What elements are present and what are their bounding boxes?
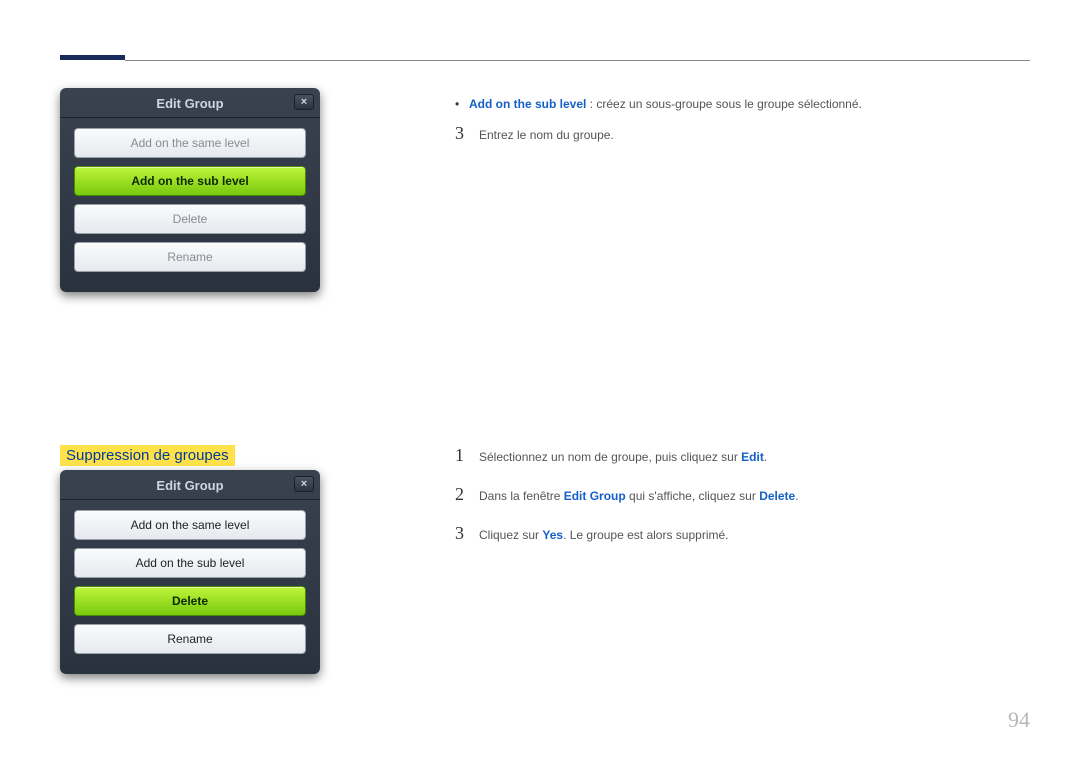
bullet-text: Add on the sub level : créez un sous-gro… xyxy=(469,95,862,113)
t: . Le groupe est alors supprimé. xyxy=(563,528,728,542)
step-row: 2 Dans la fenêtre Edit Group qui s'affic… xyxy=(455,484,1000,505)
close-icon[interactable]: × xyxy=(294,94,314,110)
bullet-rest: : créez un sous-groupe sous le groupe sé… xyxy=(586,97,862,111)
bullet-bold: Add on the sub level xyxy=(469,97,586,111)
t: Cliquez sur xyxy=(479,528,542,542)
delete-button[interactable]: Delete xyxy=(74,586,306,616)
bullet-icon: • xyxy=(455,95,469,113)
section-heading: Suppression de groupes xyxy=(60,445,235,466)
t: Edit Group xyxy=(564,489,626,503)
add-same-level-button[interactable]: Add on the same level xyxy=(74,128,306,158)
t: qui s'affiche, cliquez sur xyxy=(626,489,759,503)
step-text: Dans la fenêtre Edit Group qui s'affiche… xyxy=(479,488,1000,505)
page-number: 94 xyxy=(1008,707,1030,733)
t: Yes xyxy=(542,528,563,542)
step-number: 2 xyxy=(455,484,479,505)
t: Dans la fenêtre xyxy=(479,489,564,503)
dialog-body: Add on the same level Add on the sub lev… xyxy=(60,118,320,272)
dialog-title-text: Edit Group xyxy=(156,96,223,111)
step-number: 3 xyxy=(455,123,479,144)
rename-button[interactable]: Rename xyxy=(74,624,306,654)
step-row: 3 Cliquez sur Yes. Le groupe est alors s… xyxy=(455,523,1000,544)
step-text: Cliquez sur Yes. Le groupe est alors sup… xyxy=(479,527,1000,544)
add-sub-level-button[interactable]: Add on the sub level xyxy=(74,166,306,196)
edit-group-dialog-1: Edit Group × Add on the same level Add o… xyxy=(60,88,320,292)
instructions-top: • Add on the sub level : créez un sous-g… xyxy=(455,95,1000,162)
rename-button[interactable]: Rename xyxy=(74,242,306,272)
instructions-delete: 1 Sélectionnez un nom de groupe, puis cl… xyxy=(455,445,1000,562)
step-number: 3 xyxy=(455,523,479,544)
dialog-title-text: Edit Group xyxy=(156,478,223,493)
step-row: 1 Sélectionnez un nom de groupe, puis cl… xyxy=(455,445,1000,466)
dialog-body: Add on the same level Add on the sub lev… xyxy=(60,500,320,654)
header-accent-bar xyxy=(60,55,125,60)
add-same-level-button[interactable]: Add on the same level xyxy=(74,510,306,540)
t: Sélectionnez un nom de groupe, puis cliq… xyxy=(479,450,741,464)
header-rule xyxy=(125,60,1030,61)
step-text: Sélectionnez un nom de groupe, puis cliq… xyxy=(479,449,1000,466)
bullet-item: • Add on the sub level : créez un sous-g… xyxy=(455,95,1000,113)
t: . xyxy=(764,450,767,464)
edit-group-dialog-2: Edit Group × Add on the same level Add o… xyxy=(60,470,320,674)
dialog-title: Edit Group × xyxy=(60,88,320,118)
delete-button[interactable]: Delete xyxy=(74,204,306,234)
close-icon[interactable]: × xyxy=(294,476,314,492)
step-number: 1 xyxy=(455,445,479,466)
dialog-title: Edit Group × xyxy=(60,470,320,500)
step-text: Entrez le nom du groupe. xyxy=(479,127,1000,144)
t: Delete xyxy=(759,489,795,503)
add-sub-level-button[interactable]: Add on the sub level xyxy=(74,548,306,578)
t: Edit xyxy=(741,450,764,464)
t: . xyxy=(795,489,798,503)
step-row: 3 Entrez le nom du groupe. xyxy=(455,123,1000,144)
